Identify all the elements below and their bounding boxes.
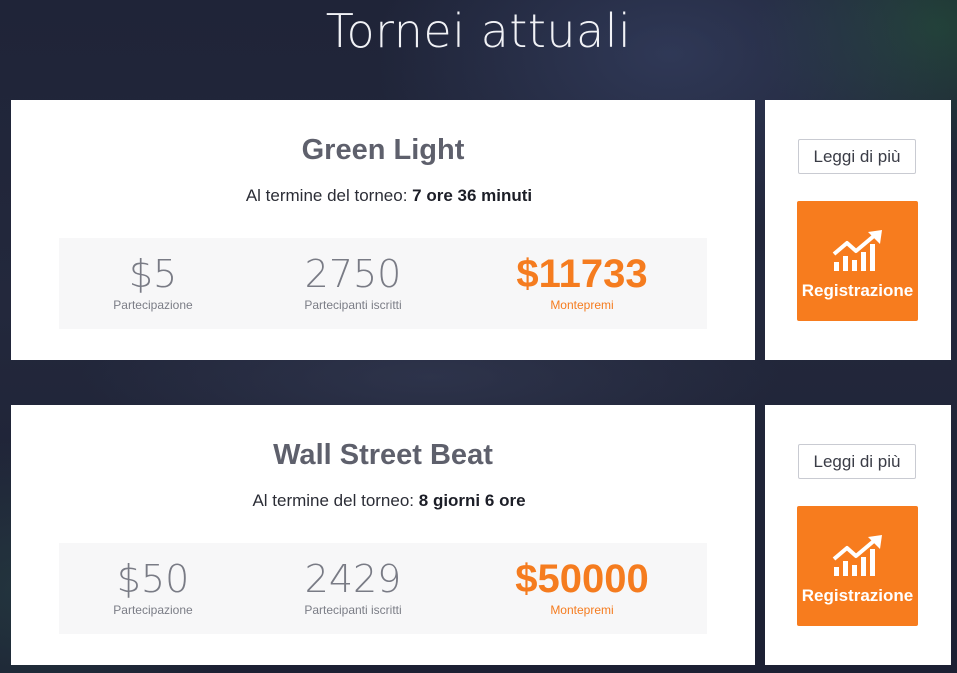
tournament-card-green-light: Green Light Al termine del torneo: 7 ore…	[11, 100, 951, 360]
prize-pool-label: Montepremi	[550, 298, 614, 312]
timer-label: Al termine del torneo:	[252, 491, 415, 510]
prize-pool-value: $50000	[515, 557, 649, 601]
register-button[interactable]: Registrazione	[797, 201, 918, 321]
entry-fee-value: $50	[116, 557, 190, 601]
participants-stat: 2750 Partecipanti iscritti	[273, 252, 433, 312]
tournament-timer: Al termine del torneo: 7 ore 36 minuti	[11, 186, 767, 206]
tournament-card-wall-street-beat: Wall Street Beat Al termine del torneo: …	[11, 405, 951, 665]
entry-fee-label: Partecipazione	[113, 298, 193, 312]
entry-fee-label: Partecipazione	[113, 603, 193, 617]
entry-fee-stat: $50 Partecipazione	[83, 557, 223, 617]
participants-value: 2750	[304, 252, 402, 296]
prize-pool-value: $11733	[516, 252, 648, 296]
chart-growth-icon	[832, 230, 882, 271]
register-button[interactable]: Registrazione	[797, 506, 918, 626]
participants-stat: 2429 Partecipanti iscritti	[273, 557, 433, 617]
register-label: Registrazione	[801, 586, 914, 605]
tournament-name: Wall Street Beat	[273, 439, 493, 471]
tournament-timer: Al termine del torneo: 8 giorni 6 ore	[11, 491, 767, 511]
tournament-stats: $5 Partecipazione 2750 Partecipanti iscr…	[59, 238, 707, 329]
entry-fee-stat: $5 Partecipazione	[83, 252, 223, 312]
prize-pool-stat: $50000 Montepremi	[492, 557, 672, 617]
entry-fee-value: $5	[128, 252, 178, 296]
participants-label: Partecipanti iscritti	[304, 298, 402, 312]
prize-pool-stat: $11733 Montepremi	[492, 252, 672, 312]
read-more-button[interactable]: Leggi di più	[798, 139, 916, 174]
tournament-actions-panel: Leggi di più Registrazione	[765, 100, 951, 360]
tournament-stats: $50 Partecipazione 2429 Partecipanti isc…	[59, 543, 707, 634]
tournament-actions-panel: Leggi di più Registrazione	[765, 405, 951, 665]
tournament-info-panel: Wall Street Beat Al termine del torneo: …	[11, 405, 755, 665]
participants-label: Partecipanti iscritti	[304, 603, 402, 617]
read-more-button[interactable]: Leggi di più	[798, 444, 916, 479]
tournament-info-panel: Green Light Al termine del torneo: 7 ore…	[11, 100, 755, 360]
register-label: Registrazione	[801, 281, 914, 300]
timer-value-primary: 8 giorni	[418, 491, 481, 510]
tournament-name: Green Light	[301, 134, 465, 166]
participants-value: 2429	[304, 557, 402, 601]
timer-value-primary: 7 ore	[412, 186, 453, 205]
prize-pool-label: Montepremi	[550, 603, 614, 617]
page-title: Tornei attuali	[325, 4, 632, 58]
timer-value-secondary: 6 ore	[484, 491, 526, 510]
chart-growth-icon	[832, 535, 882, 576]
timer-value-secondary: 36 minuti	[457, 186, 533, 205]
timer-label: Al termine del torneo:	[245, 186, 408, 205]
